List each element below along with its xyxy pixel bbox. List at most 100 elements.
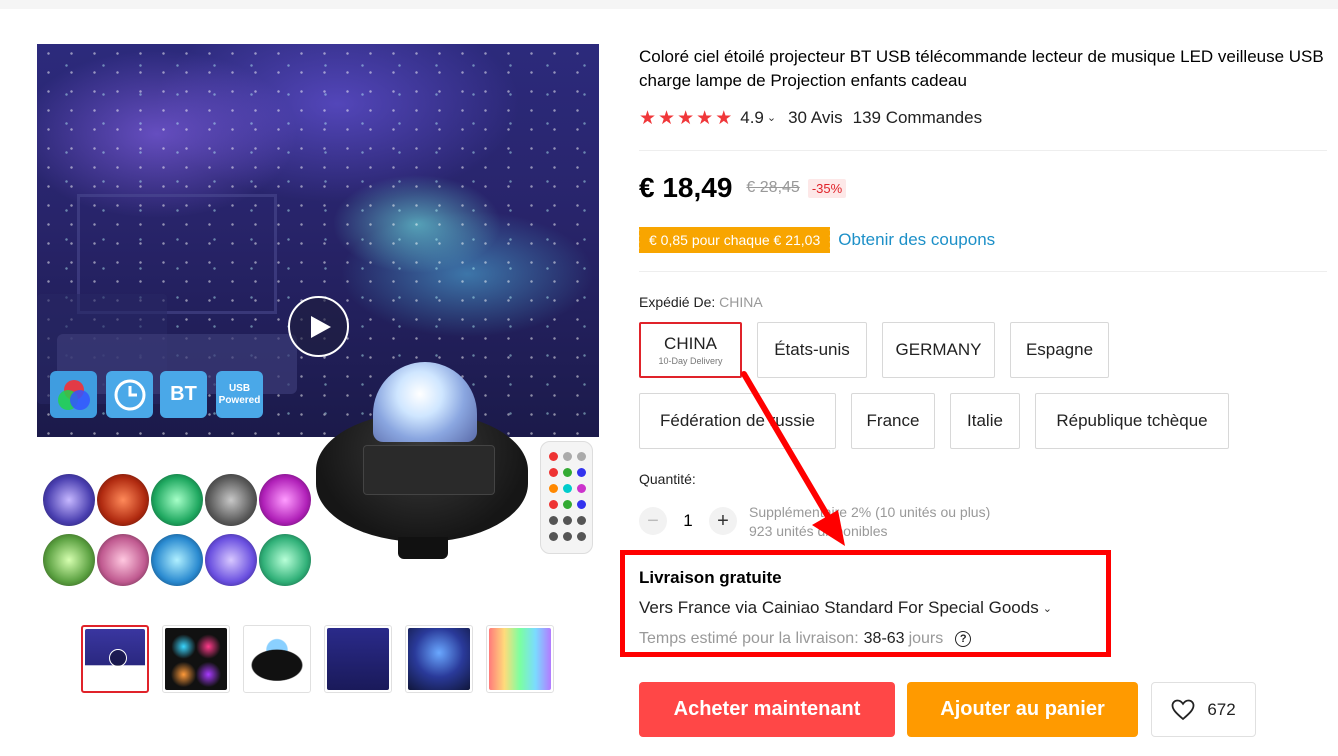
ship-from-option-china[interactable]: CHINA 10-Day Delivery — [639, 322, 742, 378]
delivery-time-label: Temps estimé pour la livraison: — [639, 630, 859, 647]
divider — [639, 150, 1327, 151]
coupon-row: € 0,85 pour chaque € 21,03 Obtenir des c… — [636, 226, 995, 253]
projector-base — [398, 537, 448, 559]
rating-row: ★ ★ ★ ★ ★ 4.9 ⌄ 30 Avis 139 Commandes — [639, 107, 982, 129]
star-icon: ★ — [715, 107, 733, 129]
divider — [639, 271, 1327, 272]
video-play-button[interactable] — [288, 296, 349, 357]
bulk-discount-text: Supplémentaire 2% (10 unités ou plus) — [749, 504, 991, 520]
stock-available-text: 923 unités disponibles — [749, 523, 888, 539]
top-bar — [0, 0, 1338, 9]
thumbnail[interactable] — [405, 625, 473, 693]
remote-button — [549, 516, 558, 525]
help-icon[interactable]: ? — [955, 631, 972, 647]
ship-from-caption: Expédié De: — [639, 294, 716, 310]
usb-powered-feature-icon: USB Powered — [216, 371, 263, 418]
remote-button — [549, 468, 558, 477]
star-icon: ★ — [696, 107, 714, 129]
ship-from-option-spain[interactable]: Espagne — [1010, 322, 1109, 378]
discount-badge: -35% — [807, 178, 847, 198]
rating-stars: ★ ★ ★ ★ ★ — [639, 109, 732, 128]
reviews-link[interactable]: 30 Avis — [788, 108, 843, 128]
color-swatch — [43, 534, 95, 586]
rgb-feature-icon — [50, 371, 97, 418]
remote-button — [577, 532, 586, 541]
color-swatch — [259, 534, 311, 586]
chevron-down-icon[interactable]: ⌄ — [767, 111, 776, 124]
main-product-image[interactable]: BT USB Powered — [37, 44, 599, 604]
shipping-method-selector[interactable]: Vers France via Cainiao Standard For Spe… — [639, 598, 1052, 618]
rating-value[interactable]: 4.9 — [740, 108, 764, 128]
option-label: République tchèque — [1056, 411, 1208, 430]
wishlist-button[interactable]: 672 — [1151, 682, 1256, 737]
ship-from-option-germany[interactable]: GERMANY — [882, 322, 995, 378]
remote-button — [577, 452, 586, 461]
remote-button — [577, 500, 586, 509]
ship-from-option-czech[interactable]: République tchèque — [1035, 393, 1229, 449]
star-icon: ★ — [677, 107, 695, 129]
thumbnail[interactable] — [81, 625, 149, 693]
coupon-badge: € 0,85 pour chaque € 21,03 — [636, 226, 831, 253]
add-to-cart-button[interactable]: Ajouter au panier — [907, 682, 1138, 737]
bt-feature-icon: BT — [160, 371, 207, 418]
ship-from-option-italy[interactable]: Italie — [950, 393, 1020, 449]
quantity-label: Quantité: — [639, 471, 696, 487]
remote-button — [577, 516, 586, 525]
chevron-down-icon: ⌄ — [1042, 603, 1052, 615]
option-label: GERMANY — [895, 340, 982, 359]
quantity-increase-button[interactable]: + — [709, 507, 737, 535]
remote-button — [577, 484, 586, 493]
free-shipping-title: Livraison gratuite — [639, 568, 782, 587]
option-label: Italie — [967, 411, 1003, 430]
color-swatch — [205, 474, 257, 526]
product-title: Coloré ciel étoilé projecteur BT USB tél… — [639, 47, 1324, 90]
get-coupons-link[interactable]: Obtenir des coupons — [838, 230, 995, 250]
color-swatch — [43, 474, 95, 526]
delivery-time: Temps estimé pour la livraison: 38-63 jo… — [639, 630, 972, 648]
ship-from-value: CHINA — [719, 294, 763, 310]
remote-button — [563, 532, 572, 541]
quantity-decrease-button[interactable]: − — [639, 507, 667, 535]
price-row: € 18,49 € 28,45 -35% — [639, 172, 847, 204]
remote-button — [563, 452, 572, 461]
ship-from-option-usa[interactable]: États-unis — [757, 322, 867, 378]
buy-now-button[interactable]: Acheter maintenant — [639, 682, 895, 737]
remote-button — [549, 532, 558, 541]
thumbnail[interactable] — [324, 625, 392, 693]
projector-panel — [363, 445, 495, 495]
ship-from-option-france[interactable]: France — [851, 393, 935, 449]
option-label: France — [866, 411, 920, 430]
remote-button — [563, 500, 572, 509]
thumbnail[interactable] — [243, 625, 311, 693]
delivery-days-unit: jours — [908, 630, 944, 647]
color-swatch — [205, 534, 257, 586]
remote-control — [540, 441, 593, 554]
remote-button — [549, 500, 558, 509]
quantity-info: Supplémentaire 2% (10 unités ou plus) 92… — [749, 503, 990, 541]
play-icon — [311, 315, 331, 338]
option-label: Espagne — [1025, 340, 1094, 359]
color-swatch — [97, 474, 149, 526]
original-price: € 28,45 — [746, 179, 800, 196]
ship-from-label: Expédié De: CHINA — [639, 294, 763, 310]
remote-button — [549, 452, 558, 461]
thumbnail[interactable] — [162, 625, 230, 693]
remote-button — [563, 484, 572, 493]
projector-device — [316, 362, 528, 562]
projector-dome — [373, 362, 477, 442]
current-price: € 18,49 — [639, 172, 733, 203]
option-label: CHINA — [664, 334, 717, 353]
ship-from-option-russia[interactable]: Fédération de russie — [639, 393, 836, 449]
quantity-value[interactable]: 1 — [678, 511, 698, 531]
delivery-days: 38-63 — [863, 630, 905, 647]
color-swatch — [151, 474, 203, 526]
star-icon: ★ — [658, 107, 676, 129]
option-label: États-unis — [774, 340, 850, 359]
remote-button — [563, 516, 572, 525]
color-swatch — [259, 474, 311, 526]
color-swatch — [151, 534, 203, 586]
orders-count: 139 Commandes — [852, 108, 983, 127]
heart-icon — [1171, 699, 1195, 720]
timer-feature-icon — [106, 371, 153, 418]
thumbnail[interactable] — [486, 625, 554, 693]
